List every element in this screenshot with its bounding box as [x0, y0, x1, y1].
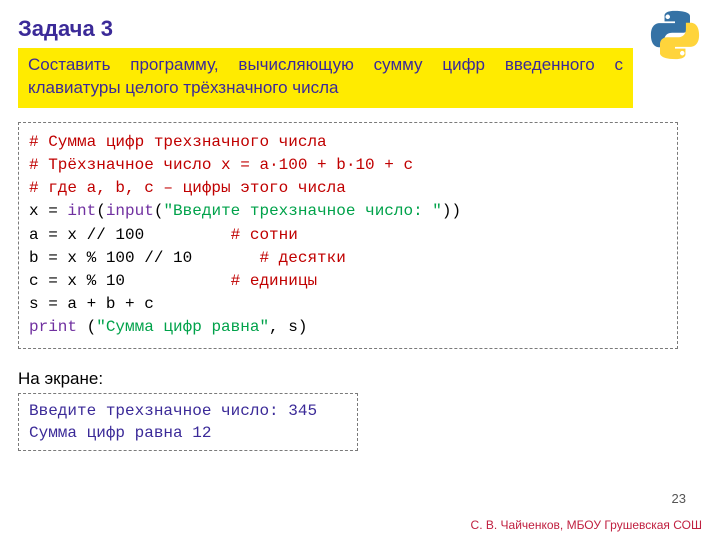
code-line: s = a + b + c — [29, 295, 154, 313]
code-line: x = — [29, 202, 67, 220]
code-comment: # единицы — [231, 272, 317, 290]
code-func: int — [67, 202, 96, 220]
code-comment: # где a, b, c – цифры этого числа — [29, 179, 346, 197]
code-line: a = x // 100 — [29, 226, 231, 244]
code-text: ( — [96, 202, 106, 220]
code-line: b = x % 100 // 10 — [29, 249, 259, 267]
python-logo-icon — [650, 10, 700, 60]
code-text: ( — [77, 318, 96, 336]
code-string: "Сумма цифр равна" — [96, 318, 269, 336]
code-comment: # десятки — [259, 249, 345, 267]
footer-credit: С. В. Чайченков, МБОУ Грушевская СОШ — [471, 518, 702, 532]
code-comment: # Трёхзначное число x = a∙100 + b∙10 + c — [29, 156, 413, 174]
code-line: c = x % 10 — [29, 272, 231, 290]
code-text: , s) — [269, 318, 307, 336]
code-text: ( — [154, 202, 164, 220]
screen-output-label: На экране: — [18, 369, 702, 389]
code-text: )) — [442, 202, 461, 220]
page-number: 23 — [672, 491, 686, 506]
code-comment: # сотни — [231, 226, 298, 244]
code-comment: # Сумма цифр трехзначного числа — [29, 133, 327, 151]
code-func: print — [29, 318, 77, 336]
code-string: "Введите трехзначное число: " — [163, 202, 441, 220]
code-listing: # Сумма цифр трехзначного числа # Трёхзн… — [18, 122, 678, 349]
task-description: Составить программу, вычисляющую сумму ц… — [18, 48, 633, 108]
code-func: input — [106, 202, 154, 220]
slide-title: Задача 3 — [18, 16, 702, 42]
program-output: Введите трехзначное число: 345 Сумма циф… — [18, 393, 358, 452]
